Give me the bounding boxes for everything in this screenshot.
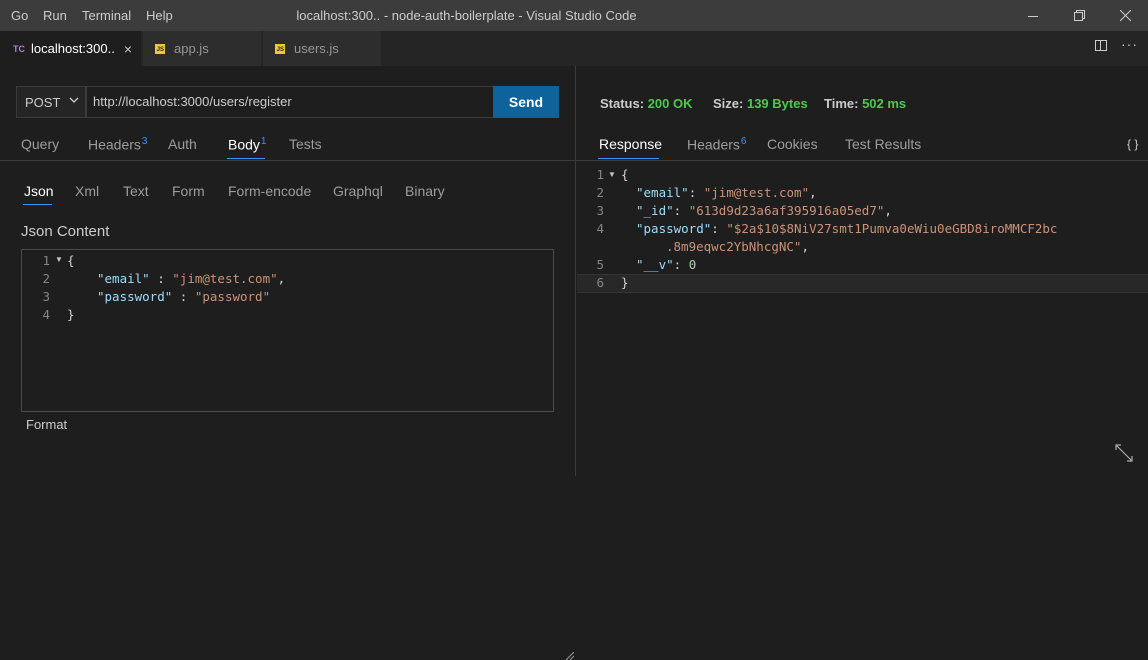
format-braces-button[interactable]: { }: [1127, 137, 1138, 151]
tab-label: Headers: [687, 136, 740, 153]
line-number: 4: [596, 221, 604, 236]
minimize-icon: [1028, 15, 1038, 17]
line-number: 5: [596, 257, 604, 272]
tab-label: Headers: [88, 136, 141, 153]
json-body-editor[interactable]: 1 ▼ { 2 "email" : "jim@test.com", 3 "pas…: [21, 249, 574, 660]
split-editor-icon[interactable]: [1095, 40, 1107, 51]
code-line: "password": "$2a$10$8NiV27smt1Pumva0eWiu…: [636, 221, 1058, 236]
fold-chevron-icon[interactable]: ▼: [55, 255, 63, 264]
code-line: "_id": "613d9d23a6af395916a05ed7",: [636, 203, 892, 218]
window-title: localhost:300.. - node-auth-boilerplate …: [296, 8, 637, 23]
url-input[interactable]: http://localhost:3000/users/register: [86, 86, 494, 118]
tab-users-js[interactable]: JS users.js: [263, 31, 382, 66]
body-tab-binary[interactable]: Binary: [405, 183, 445, 199]
tab-label: Response: [599, 136, 663, 152]
tab-response-headers[interactable]: Headers6: [687, 136, 746, 153]
more-actions-icon[interactable]: ···: [1121, 36, 1138, 52]
line-number: 1: [42, 253, 50, 268]
tabs-separator: [0, 160, 575, 161]
pane-divider[interactable]: [575, 66, 576, 476]
restore-button[interactable]: [1056, 0, 1102, 31]
editor-tab-bar: TC localhost:300.. × JS app.js JS users.…: [0, 31, 1148, 66]
code-line: "email": "jim@test.com",: [636, 185, 817, 200]
current-line-highlight: [577, 274, 1148, 293]
code-line: }: [67, 307, 75, 322]
code-line: "password" : "password": [97, 289, 271, 304]
tab-query[interactable]: Query: [21, 136, 59, 152]
method-value: POST: [25, 94, 61, 110]
line-number: 1: [596, 167, 604, 182]
expand-icon[interactable]: [1115, 444, 1133, 462]
tab-label: Query: [21, 136, 60, 152]
code-line: "email" : "jim@test.com",: [97, 271, 286, 286]
code-line: "__v": 0: [636, 257, 697, 272]
title-bar: Go Run Terminal Help localhost:300.. - n…: [0, 0, 1148, 31]
line-number: 4: [42, 307, 50, 322]
tab-body[interactable]: Body1: [228, 136, 266, 153]
javascript-file-icon: JS: [275, 43, 285, 54]
close-icon: [1119, 10, 1131, 21]
response-tabs-separator: [576, 160, 1148, 161]
tab-headers[interactable]: Headers3: [88, 136, 147, 153]
tab-label: localhost:300..: [31, 41, 115, 56]
minimize-button[interactable]: [1010, 0, 1056, 31]
body-count-badge: 1: [260, 136, 267, 147]
status-value: 200 OK: [647, 96, 693, 111]
active-response-tab-indicator: [598, 158, 659, 159]
line-number: 2: [42, 271, 50, 286]
tab-test-results[interactable]: Test Results: [845, 136, 921, 152]
json-content-label: Json Content: [21, 223, 110, 240]
thunder-client-icon: TC: [13, 43, 25, 54]
body-tab-form-encode[interactable]: Form-encode: [228, 183, 311, 199]
code-line: {: [621, 167, 629, 182]
tab-label: Cookies: [767, 136, 818, 152]
code-line: {: [67, 253, 75, 268]
javascript-file-icon: JS: [155, 43, 165, 54]
time-value: 502 ms: [862, 96, 907, 111]
method-select[interactable]: POST: [16, 86, 86, 118]
size-info: Size: 139 Bytes: [713, 96, 808, 111]
chevron-down-icon: [69, 95, 79, 108]
headers-count-badge: 3: [141, 136, 148, 147]
active-tab-indicator: [227, 158, 265, 159]
line-number: 3: [596, 203, 604, 218]
resize-grip-icon[interactable]: [566, 652, 574, 660]
fold-chevron-icon[interactable]: ▼: [608, 170, 616, 179]
code-line-wrapped: .8m9eqwc2YbNhcgNC",: [666, 239, 809, 254]
tab-label: Body: [228, 136, 260, 153]
tab-label: Auth: [168, 136, 197, 152]
tab-localhost[interactable]: TC localhost:300.. ×: [0, 31, 142, 66]
line-number: 3: [42, 289, 50, 304]
tab-auth[interactable]: Auth: [168, 136, 197, 152]
body-tab-text[interactable]: Text: [123, 183, 149, 199]
time-info: Time: 502 ms: [824, 96, 907, 111]
tab-response[interactable]: Response: [599, 136, 662, 152]
response-headers-count-badge: 6: [740, 136, 747, 147]
close-icon[interactable]: ×: [124, 41, 132, 57]
body-tab-form[interactable]: Form: [172, 183, 205, 199]
tab-app-js[interactable]: JS app.js: [143, 31, 262, 66]
tab-label: Test Results: [845, 136, 922, 152]
send-button[interactable]: Send: [493, 86, 559, 118]
body-tab-json[interactable]: Json: [24, 183, 54, 199]
tab-tests[interactable]: Tests: [289, 136, 322, 152]
tab-label: Tests: [289, 136, 322, 152]
tab-label: app.js: [174, 41, 209, 56]
line-number: 2: [596, 185, 604, 200]
active-body-tab-indicator: [23, 204, 52, 205]
line-number: 6: [596, 275, 604, 290]
tab-cookies[interactable]: Cookies: [767, 136, 818, 152]
size-value: 139 Bytes: [746, 96, 808, 111]
format-button[interactable]: Format: [26, 417, 67, 432]
tab-label: users.js: [294, 41, 339, 56]
close-window-button[interactable]: [1102, 0, 1148, 31]
restore-icon: [1073, 10, 1085, 21]
code-line: }: [621, 275, 629, 290]
status-info: Status: 200 OK: [600, 96, 693, 111]
body-tab-graphql[interactable]: Graphql: [333, 183, 383, 199]
body-tab-xml[interactable]: Xml: [75, 183, 99, 199]
